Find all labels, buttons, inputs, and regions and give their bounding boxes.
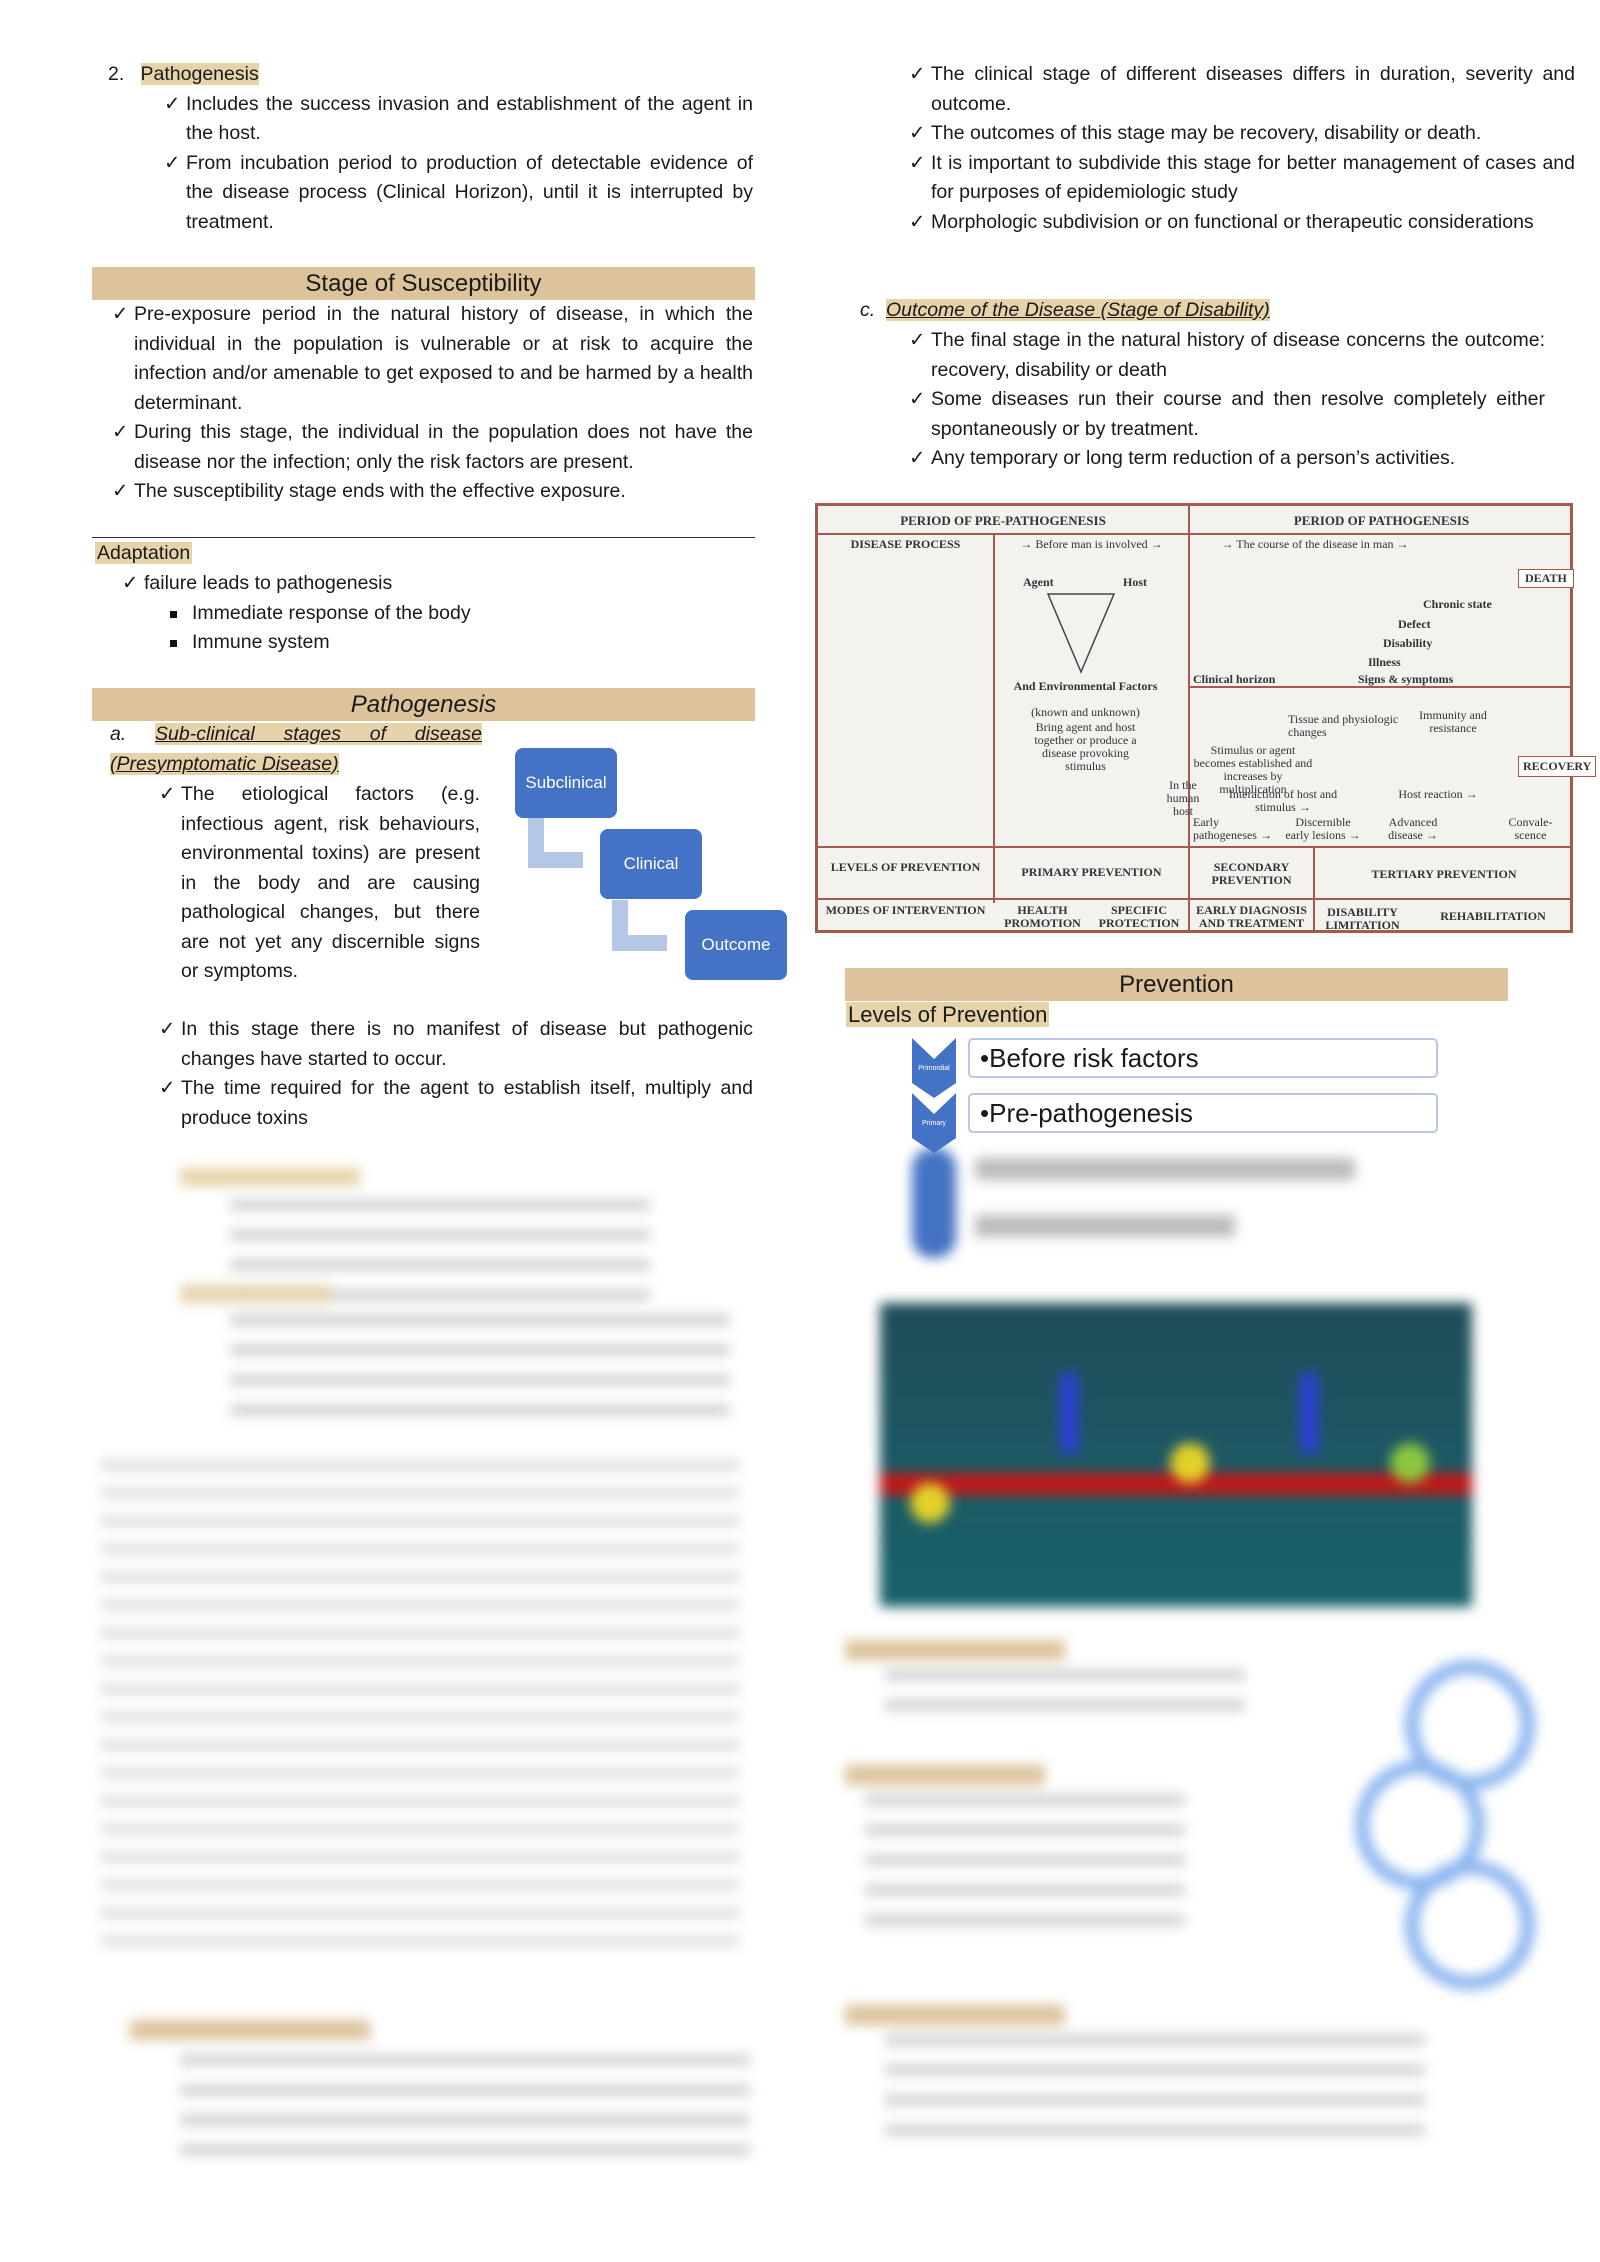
adaptation-list: failure leads to pathogenesis Immediate … [118, 569, 718, 658]
diagram-text: Chronic state [1423, 597, 1492, 611]
list-item: Morphologic subdivision or on functional… [905, 208, 1575, 238]
adaptation-title: Adaptation [95, 542, 193, 564]
diagram-text: Immunity and resistance [1419, 708, 1487, 735]
list-item: The time required for the agent to estab… [155, 1074, 753, 1133]
list-item: The susceptibility stage ends with the e… [108, 477, 753, 507]
list-item: In this stage there is no manifest of di… [155, 1015, 753, 1074]
clinical-list: The clinical stage of different diseases… [905, 60, 1575, 237]
diagram-text: Discernible early lesions → [1285, 815, 1361, 842]
prevention-header: Prevention [845, 968, 1508, 1001]
list-item: During this stage, the individual in the… [108, 418, 753, 477]
diagram-text: Clinical horizon [1193, 672, 1276, 686]
list-letter: a. [110, 723, 127, 745]
natural-history-diagram: PERIOD OF PRE-PATHOGENESIS PERIOD OF PAT… [815, 503, 1597, 933]
diagram-text: Interaction of host and stimulus → [1228, 787, 1338, 814]
diagram-text: In the human host [1166, 778, 1200, 818]
subclinical-title-text: Sub-clinical stages of disease (Presympt… [110, 723, 483, 775]
list-item: Immediate response of the body [166, 599, 718, 629]
diagram-death: DEATH [1518, 569, 1574, 588]
list-item: The etiological factors (e.g. infectious… [155, 780, 480, 987]
level-tag: Primary [921, 1120, 947, 1127]
blurred-content [845, 1640, 1575, 2180]
triangle-icon [1046, 593, 1116, 674]
levels-title: Levels of Prevention [846, 1002, 1050, 1027]
list-item: Includes the success invasion and establ… [160, 90, 753, 149]
diagram-specific: SPECIFIC PROTECTION [1098, 903, 1180, 930]
diagram-recovery: RECOVERY [1518, 756, 1597, 777]
diagram-text: Signs & symptoms [1358, 672, 1454, 686]
diagram-rehab: REHABILITATION [1440, 909, 1546, 923]
outcome-list: The final stage in the natural history o… [905, 326, 1545, 474]
diagram-modes: MODES OF INTERVENTION [825, 903, 986, 917]
diagram-secondary: SECONDARY PREVENTION [1211, 860, 1292, 887]
diagram-text: → The course of the disease in man → [1221, 537, 1409, 551]
list-letter: c. [860, 299, 876, 321]
subclinical-list-b: In this stage there is no manifest of di… [155, 1015, 753, 1133]
outcome-title: c. Outcome of the Disease (Stage of Disa… [860, 296, 1270, 326]
diagram-text: Bring agent and host together or produce… [1034, 720, 1137, 773]
outcome-title-text: Outcome of the Disease (Stage of Disabil… [886, 299, 1270, 321]
diagram-agent: Agent [1023, 575, 1054, 589]
diagram-primary: PRIMARY PREVENTION [1021, 865, 1162, 879]
flow-subclinical: Subclinical [515, 748, 617, 818]
susceptibility-header: Stage of Susceptibility [92, 267, 755, 300]
blurred-content [100, 1160, 750, 2170]
pathogenesis-section: 2. Pathogenesis Includes the success inv… [108, 60, 753, 237]
list-item: Any temporary or long term reduction of … [905, 444, 1545, 474]
diagram-text: (known and unknown) [1031, 705, 1140, 719]
diagram-disease-process: DISEASE PROCESS [850, 537, 961, 551]
diagram-text: Convale-scence [1508, 815, 1553, 842]
diagram-text: Advanced disease → [1388, 815, 1438, 842]
blurred-image [880, 1303, 1472, 1607]
subclinical-list-a: The etiological factors (e.g. infectious… [155, 780, 480, 987]
list-item: It is important to subdivide this stage … [905, 149, 1575, 208]
diagram-text: Disability [1383, 636, 1433, 650]
diagram-pathogenesis: PERIOD OF PATHOGENESIS [1293, 513, 1470, 528]
diagram-pre-pathogenesis: PERIOD OF PRE-PATHOGENESIS [900, 513, 1106, 528]
level-tag: Primordial [918, 1065, 950, 1072]
list-number: 2. [108, 63, 125, 85]
flow-clinical: Clinical [600, 829, 702, 899]
list-item: The final stage in the natural history o… [905, 326, 1545, 385]
diagram-levels: LEVELS OF PREVENTION [830, 860, 981, 874]
flow-outcome: Outcome [685, 910, 787, 980]
pathogenesis-header: Pathogenesis [92, 688, 755, 721]
diagram-earlydx: EARLY DIAGNOSIS AND TREATMENT [1196, 903, 1307, 930]
section-title: Pathogenesis [140, 63, 259, 85]
diagram-text: Illness [1368, 655, 1401, 669]
level-item: •Pre-pathogenesis [968, 1093, 1438, 1133]
list-item: The outcomes of this stage may be recove… [905, 119, 1575, 149]
diagram-limit: DISABILITY LIMITATION [1325, 905, 1400, 932]
diagram-host: Host [1123, 575, 1147, 589]
list-item: Immune system [166, 628, 718, 658]
level-item: •Before risk factors [968, 1038, 1438, 1078]
diagram-text: Host reaction → [1398, 787, 1478, 801]
diagram-text: And Environmental Factors [1013, 679, 1158, 693]
susceptibility-list: Pre-exposure period in the natural histo… [108, 300, 753, 507]
list-item: From incubation period to production of … [160, 149, 753, 238]
diagram-text: Tissue and physiologic changes [1288, 712, 1399, 739]
list-item: The clinical stage of different diseases… [905, 60, 1575, 119]
diagram-text: Defect [1398, 617, 1431, 631]
diagram-text: → Before man is involved → [1020, 537, 1163, 551]
diagram-tertiary: TERTIARY PREVENTION [1371, 867, 1517, 881]
list-item: failure leads to pathogenesis [118, 569, 718, 599]
divider [92, 537, 755, 538]
list-item: Pre-exposure period in the natural histo… [108, 300, 753, 418]
diagram-health: HEALTH PROMOTION [1004, 903, 1081, 930]
subclinical-title: a. Sub-clinical stages of disease (Presy… [110, 720, 483, 779]
diagram-text: Early pathogeneses → [1193, 815, 1272, 842]
list-item: Some diseases run their course and then … [905, 385, 1545, 444]
